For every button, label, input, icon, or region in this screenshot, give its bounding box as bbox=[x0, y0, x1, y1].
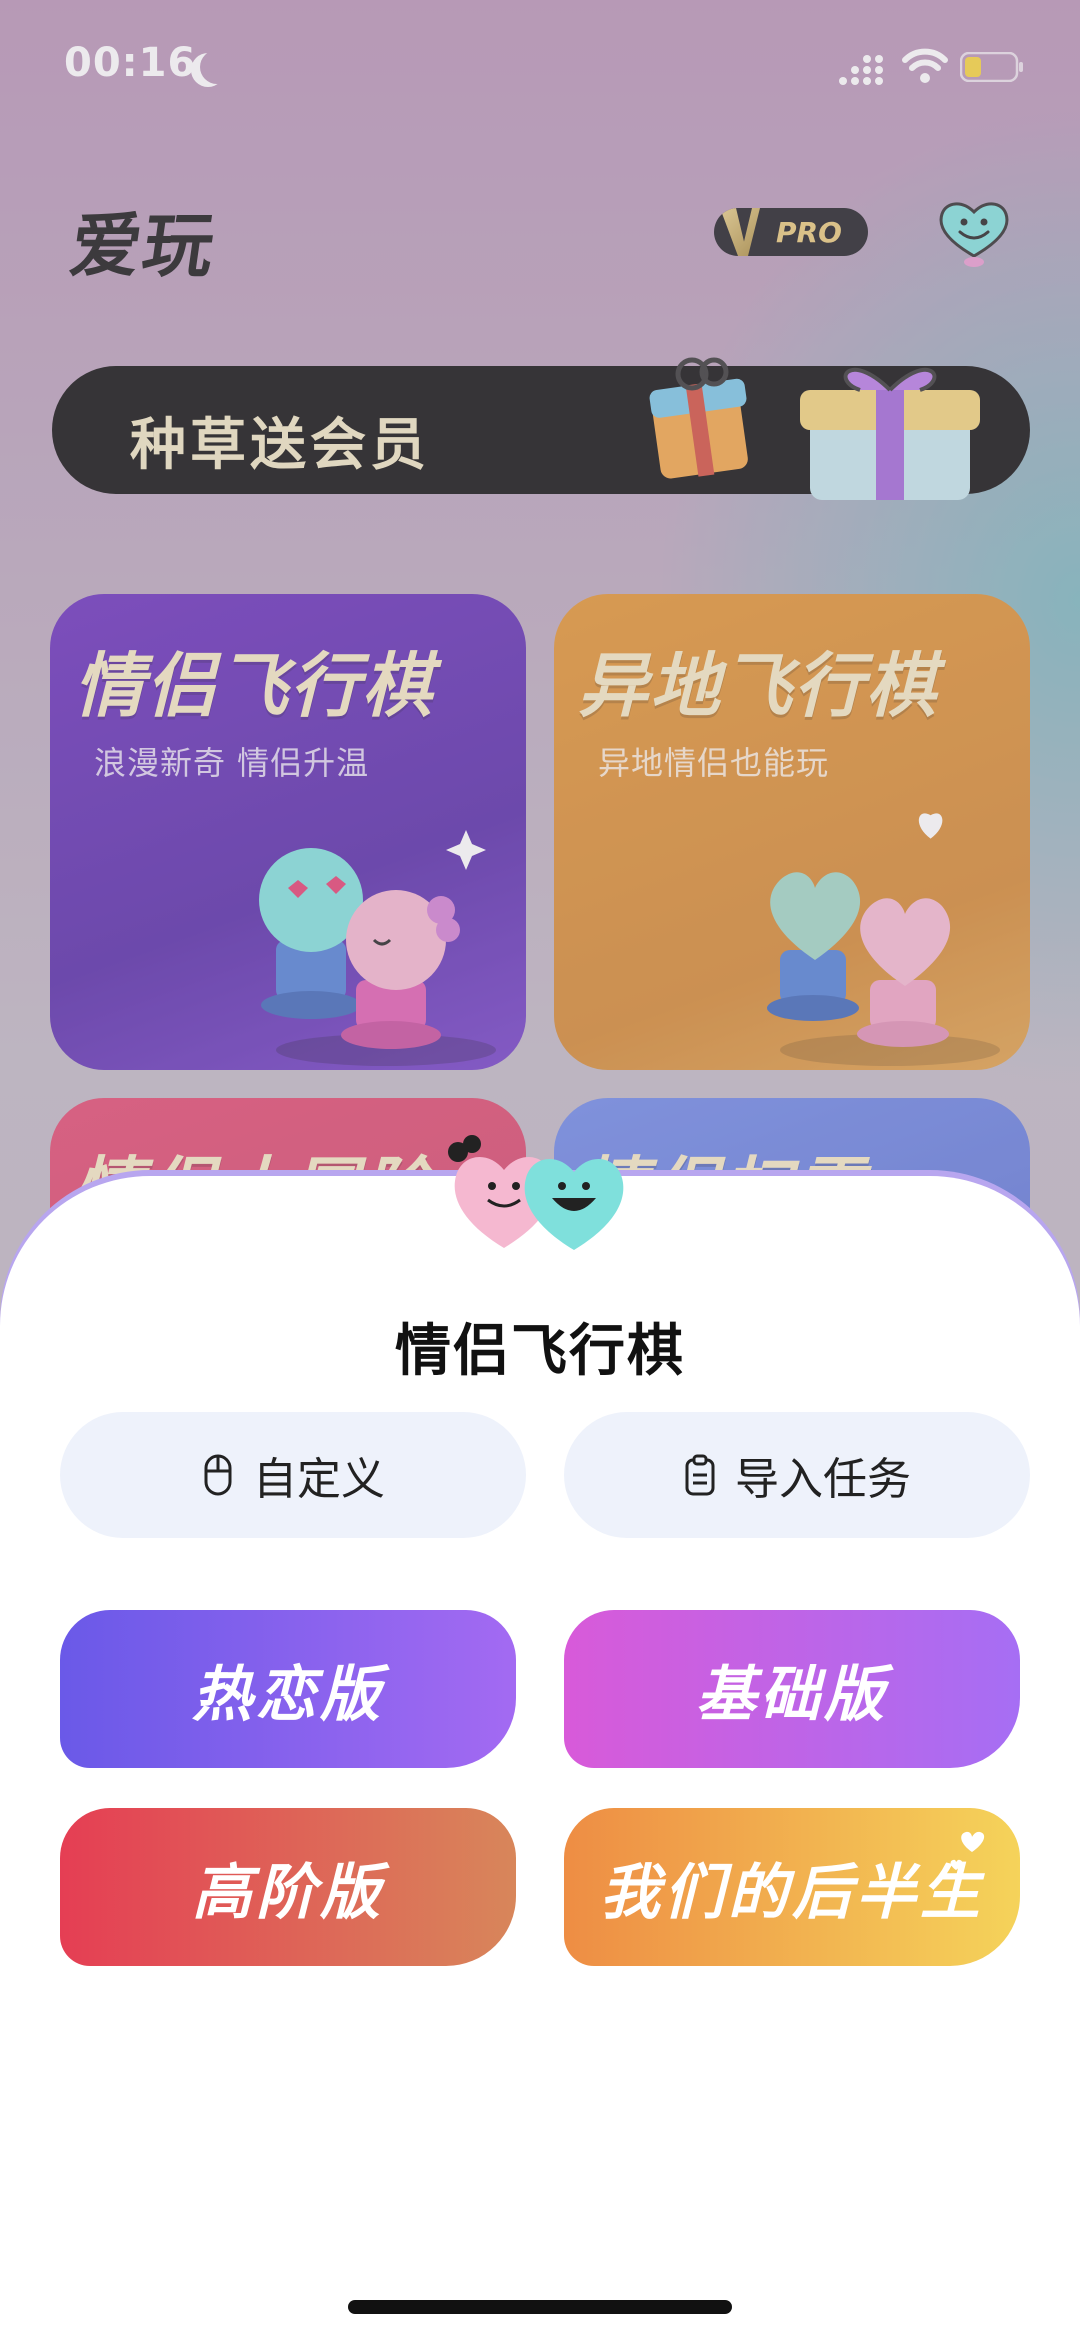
custom-button[interactable]: 自定义 bbox=[60, 1412, 526, 1538]
sheet-title: 情侣飞行棋 bbox=[395, 1319, 685, 1384]
card-title: 情侣飞行棋 bbox=[74, 645, 434, 727]
mode-advanced-button[interactable]: 高阶版 bbox=[60, 1808, 516, 1966]
chess-pieces-illustration bbox=[259, 830, 496, 1066]
signal-icon bbox=[839, 55, 883, 85]
card-title: 异地飞行棋 bbox=[578, 645, 938, 727]
mode-label: 我们的后半生 bbox=[600, 1857, 984, 1928]
mode-basic-button[interactable]: 基础版 bbox=[564, 1610, 1020, 1768]
battery-icon bbox=[960, 52, 1023, 82]
mascot-avatar-icon[interactable] bbox=[936, 196, 1012, 268]
card-subtitle: 浪漫新奇 情侣升温 bbox=[94, 744, 370, 782]
vip-v-icon bbox=[720, 208, 760, 256]
app-title: 爱玩 bbox=[65, 205, 221, 287]
heart-pieces-illustration bbox=[767, 813, 1000, 1066]
game-card-long-distance-ludo[interactable]: 异地飞行棋 异地情侣也能玩 bbox=[554, 594, 1030, 1070]
custom-label: 自定义 bbox=[253, 1454, 385, 1505]
pro-label: PRO bbox=[776, 216, 842, 249]
banner-text: 种草送会员 bbox=[130, 413, 430, 478]
import-tasks-label: 导入任务 bbox=[735, 1454, 911, 1505]
moon-icon bbox=[200, 50, 234, 84]
clipboard-icon bbox=[685, 1454, 715, 1496]
vip-pro-badge[interactable]: PRO bbox=[714, 208, 868, 256]
mode-hot-love-button[interactable]: 热恋版 bbox=[60, 1610, 516, 1768]
status-bar: 00:16 bbox=[0, 0, 1080, 130]
import-tasks-button[interactable]: 导入任务 bbox=[564, 1412, 1030, 1538]
mode-label: 高阶版 bbox=[192, 1857, 384, 1928]
mode-label: 热恋版 bbox=[192, 1659, 384, 1730]
mode-label: 基础版 bbox=[696, 1659, 888, 1730]
gift-box-icon bbox=[649, 357, 748, 479]
mouse-icon bbox=[204, 1454, 232, 1496]
couple-mascot-icon bbox=[448, 1135, 624, 1250]
hearts-icon bbox=[950, 1831, 985, 1870]
home-indicator[interactable] bbox=[348, 2300, 732, 2314]
status-time: 00:16 bbox=[64, 40, 197, 86]
wifi-icon bbox=[902, 48, 948, 83]
game-card-couple-ludo[interactable]: 情侣飞行棋 浪漫新奇 情侣升温 bbox=[50, 594, 526, 1070]
gift-box-large-icon bbox=[800, 367, 980, 500]
card-subtitle: 异地情侣也能玩 bbox=[598, 744, 830, 782]
